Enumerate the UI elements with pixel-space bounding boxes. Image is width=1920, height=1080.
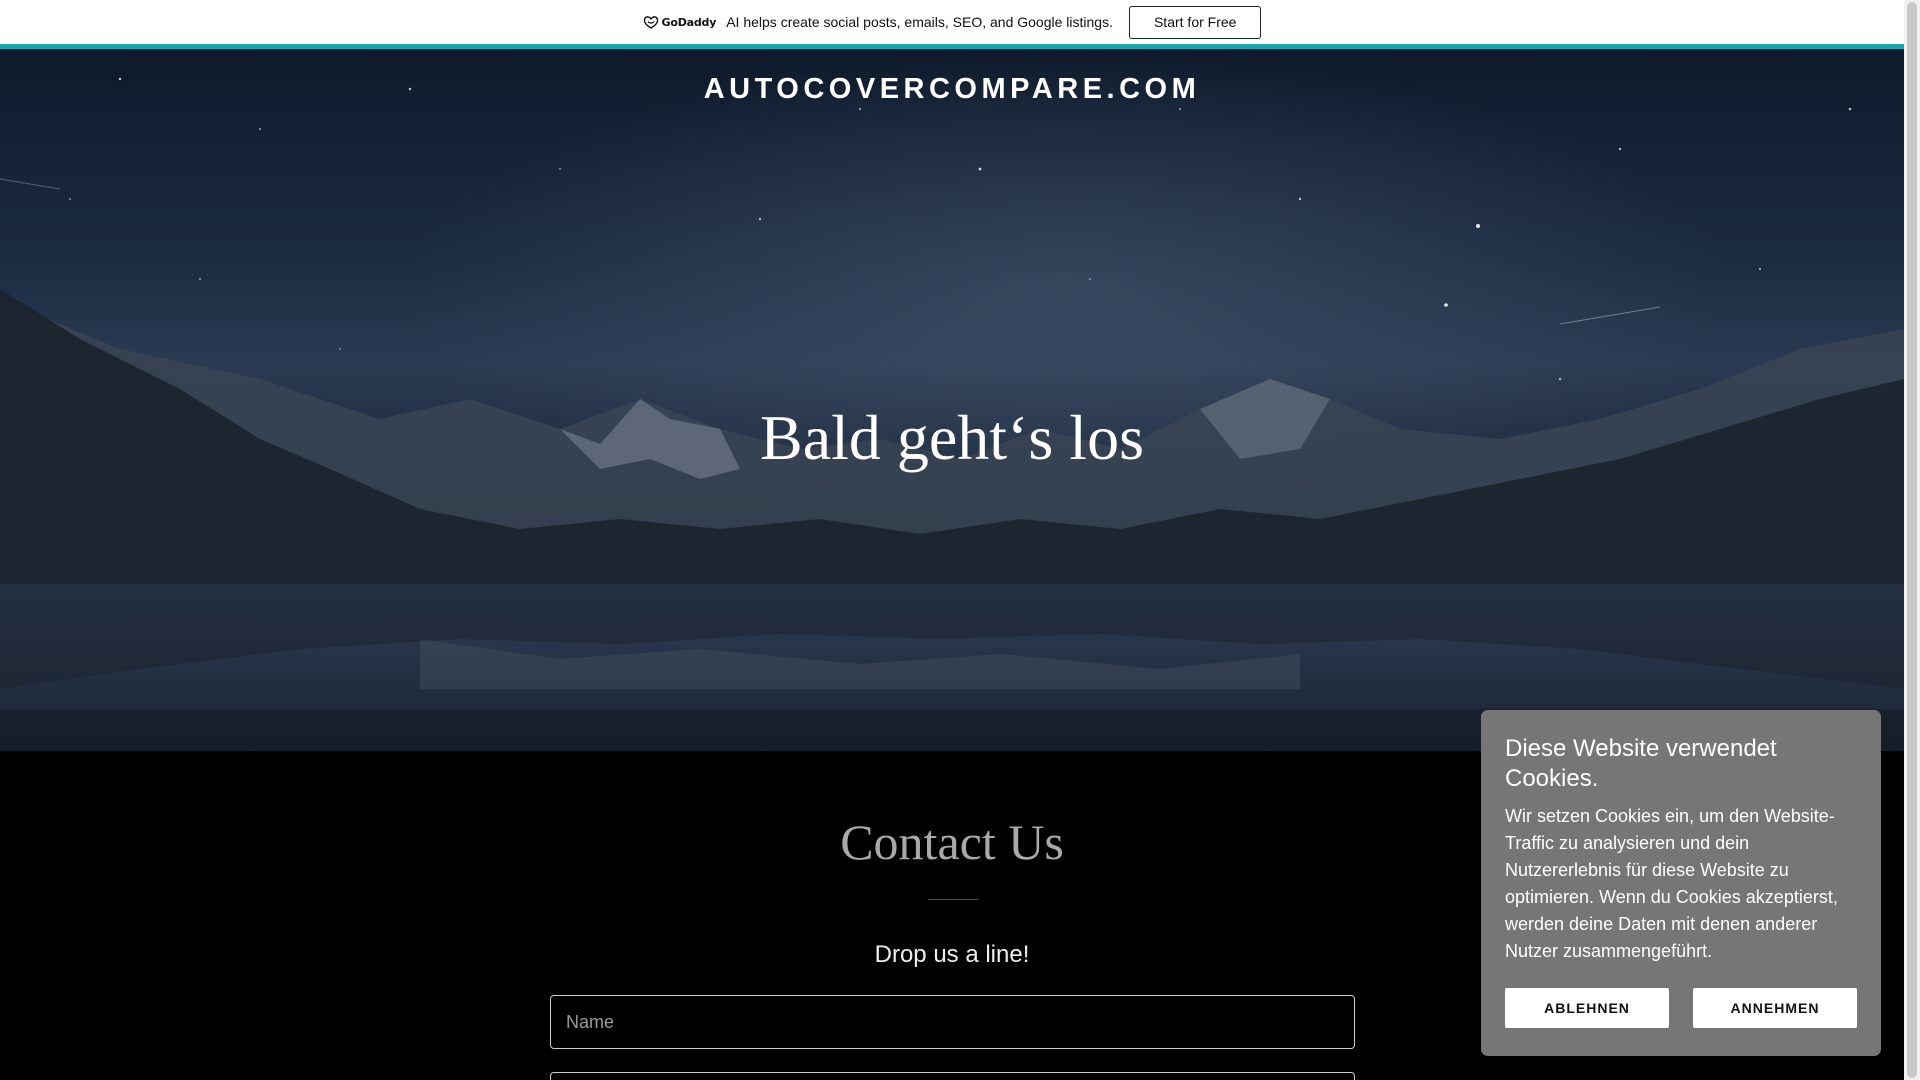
hero-section: AUTOCOVERCOMPARE.COM Bald geht‘s los xyxy=(0,49,1904,751)
godaddy-wordmark: GoDaddy xyxy=(661,15,717,29)
cookie-title: Diese Website verwendet Cookies. xyxy=(1505,735,1777,792)
cookie-actions: ABLEHNEN ANNEHMEN xyxy=(1505,988,1857,1028)
godaddy-logo-icon xyxy=(643,16,658,29)
name-input[interactable] xyxy=(550,995,1355,1049)
scrollbar-thumb[interactable] xyxy=(1907,2,1917,1078)
promo-message: AI helps create social posts, emails, SE… xyxy=(726,14,1113,30)
cookie-consent-dialog: Diese Website verwendet Cookies. Wir set… xyxy=(1481,710,1881,1056)
accept-cookies-button[interactable]: ANNEHMEN xyxy=(1693,988,1857,1028)
email-input[interactable] xyxy=(550,1072,1355,1080)
site-title[interactable]: AUTOCOVERCOMPARE.COM xyxy=(0,73,1904,106)
cookie-body: Wir setzen Cookies ein, um den Website-T… xyxy=(1505,806,1838,961)
hero-background-image xyxy=(0,49,1904,751)
decline-cookies-button[interactable]: ABLEHNEN xyxy=(1505,988,1669,1028)
promo-bar: GoDaddy AI helps create social posts, em… xyxy=(0,0,1904,44)
hero-heading: Bald geht‘s los xyxy=(760,402,1144,473)
page: GoDaddy AI helps create social posts, em… xyxy=(0,0,1920,1080)
start-for-free-button[interactable]: Start for Free xyxy=(1128,5,1262,39)
page-scrollbar[interactable] xyxy=(1904,0,1920,1080)
section-divider xyxy=(928,899,978,900)
godaddy-logo: GoDaddy xyxy=(643,15,717,29)
